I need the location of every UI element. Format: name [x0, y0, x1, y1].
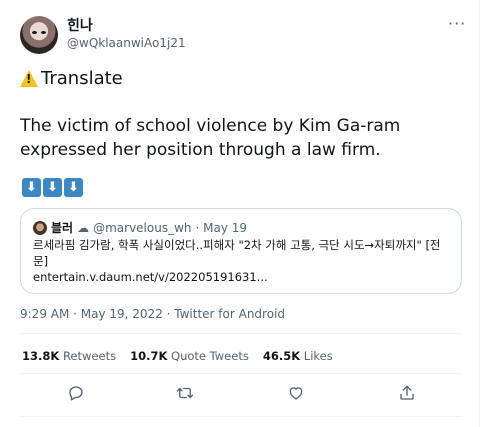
author-avatar[interactable] [20, 16, 58, 54]
quoted-author-handle: @marvelous_wh [93, 220, 192, 235]
action-bar [0, 381, 480, 411]
down-arrow-icon: ⬇ [64, 178, 83, 197]
share-button[interactable] [395, 381, 419, 405]
share-icon [400, 385, 414, 400]
tweet-card: 힌나 @wQklaanwiAo1j21 ··· Translate The vi… [0, 0, 480, 427]
quotes-count: 10.7K [130, 349, 168, 363]
translate-button[interactable]: Translate [20, 68, 123, 89]
arrow-emoji-row: ⬇ ⬇ ⬇ [22, 178, 83, 197]
translate-label: Translate [41, 68, 123, 89]
like-icon [289, 387, 303, 400]
quoted-tweet-header: 블러 ☁ @marvelous_wh · May 19 [33, 219, 247, 236]
likes-label: Likes [303, 349, 333, 363]
down-arrow-icon: ⬇ [22, 178, 41, 197]
tweet-timestamp[interactable]: 9:29 AM · May 19, 2022 · Twitter for And… [20, 307, 285, 321]
engagement-stats: 13.8K Retweets 10.7K Quote Tweets 46.5K … [22, 349, 333, 363]
quoted-tweet-text: 르세라핌 김가람, 학폭 사실이었다..피해자 "2차 가해 고통, 극단 시도… [33, 238, 441, 268]
retweets-stat[interactable]: 13.8K Retweets [22, 349, 116, 363]
retweets-count: 13.8K [22, 349, 60, 363]
author-handle[interactable]: @wQklaanwiAo1j21 [67, 36, 186, 50]
quoted-author-avatar [33, 220, 47, 235]
likes-count: 46.5K [262, 349, 301, 363]
quoted-tweet-date: · May 19 [195, 220, 248, 235]
down-arrow-icon: ⬇ [43, 178, 62, 197]
quotes-label: Quote Tweets [171, 349, 249, 363]
divider [20, 373, 462, 374]
retweets-label: Retweets [62, 349, 117, 363]
tweet-text: The victim of school violence by Kim Ga-… [20, 116, 401, 160]
retweet-button[interactable] [173, 381, 197, 405]
retweet-icon [176, 387, 194, 399]
quoted-tweet-body: 르세라핌 김가람, 학폭 사실이었다..피해자 "2차 가해 고통, 극단 시도… [33, 237, 455, 285]
divider [20, 416, 462, 417]
more-options-icon[interactable]: ··· [448, 14, 466, 33]
author-display-name[interactable]: 힌나 [67, 15, 93, 35]
quotes-stat[interactable]: 10.7K Quote Tweets [130, 349, 249, 363]
like-button[interactable] [284, 381, 308, 405]
reply-button[interactable] [64, 381, 88, 405]
likes-stat[interactable]: 46.5K Likes [263, 349, 333, 363]
reply-icon [69, 386, 83, 401]
cloud-icon: ☁ [77, 220, 90, 235]
quoted-tweet[interactable]: 블러 ☁ @marvelous_wh · May 19 르세라핌 김가람, 학폭… [20, 208, 462, 294]
quoted-tweet-link[interactable]: entertain.v.daum.net/v/202205191631... [33, 269, 455, 285]
warning-icon [20, 70, 38, 87]
divider [20, 333, 462, 334]
quoted-author-name: 블러 [51, 221, 74, 235]
